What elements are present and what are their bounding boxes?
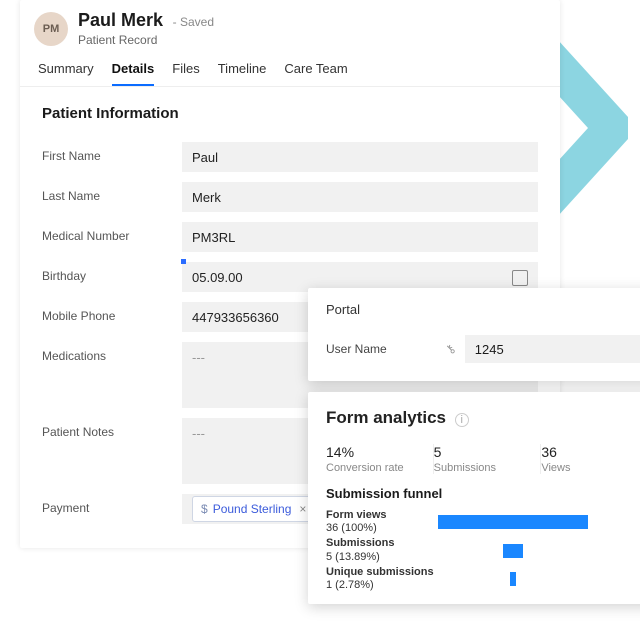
currency-icon: $ (201, 502, 208, 516)
funnel-bar (503, 544, 524, 558)
payment-chip[interactable]: $ Pound Sterling × (192, 496, 315, 522)
funnel-bar-track (438, 544, 640, 558)
metric-conversion-value: 14% (326, 444, 423, 460)
funnel-bar (510, 572, 516, 586)
mobile-phone-label: Mobile Phone (42, 302, 182, 323)
avatar: PM (34, 12, 68, 46)
tab-details[interactable]: Details (112, 61, 155, 86)
form-analytics-card: ▤ ↪ Form analytics i 14% Conversion rate… (308, 392, 640, 604)
metric-submissions: 5 Submissions (434, 444, 542, 474)
info-icon[interactable]: i (455, 413, 469, 427)
funnel-row-label: Form views36 (100%) (326, 509, 438, 535)
chip-remove-icon[interactable]: × (299, 502, 306, 516)
save-status: - Saved (173, 15, 214, 29)
metric-views-label: Views (541, 462, 638, 474)
username-field[interactable]: 1245 (465, 335, 640, 363)
patient-notes-label: Patient Notes (42, 418, 182, 439)
medications-label: Medications (42, 342, 182, 363)
funnel-row-label: Unique submissions1 (2.78%) (326, 566, 438, 592)
medical-number-field[interactable]: PM3RL (182, 222, 538, 252)
medical-number-label: Medical Number (42, 222, 182, 243)
record-tabs: Summary Details Files Timeline Care Team (20, 49, 560, 87)
funnel-chart: Form views36 (100%)Submissions5 (13.89%)… (326, 509, 640, 592)
metric-views-value: 36 (541, 444, 638, 460)
record-type: Patient Record (78, 33, 214, 47)
payment-chip-label: Pound Sterling (213, 502, 292, 516)
analytics-title: Form analytics (326, 408, 446, 427)
first-name-field[interactable]: Paul (182, 142, 538, 172)
first-name-label: First Name (42, 142, 182, 163)
metric-submissions-label: Submissions (434, 462, 531, 474)
metric-conversion: 14% Conversion rate (326, 444, 434, 474)
metric-conversion-label: Conversion rate (326, 462, 423, 474)
birthday-value: 05.09.00 (192, 270, 243, 285)
funnel-row-label: Submissions5 (13.89%) (326, 537, 438, 563)
last-name-label: Last Name (42, 182, 182, 203)
portal-title: Portal (326, 302, 640, 317)
payment-label: Payment (42, 494, 182, 515)
last-name-field[interactable]: Merk (182, 182, 538, 212)
tab-timeline[interactable]: Timeline (218, 61, 267, 86)
section-title: Patient Information (20, 87, 560, 128)
birthday-label: Birthday (42, 262, 182, 283)
funnel-title: Submission funnel (326, 486, 640, 501)
username-label: User Name (326, 342, 446, 356)
portal-card: Portal User Name ⚷ 1245 (308, 288, 640, 381)
metric-submissions-value: 5 (434, 444, 531, 460)
metric-views: 36 Views (541, 444, 640, 474)
funnel-bar-track (438, 572, 640, 586)
funnel-bar-track (438, 515, 640, 529)
tab-care-team[interactable]: Care Team (284, 61, 347, 86)
tab-summary[interactable]: Summary (38, 61, 94, 86)
funnel-bar (438, 515, 588, 529)
patient-name: Paul Merk (78, 10, 163, 30)
tab-files[interactable]: Files (172, 61, 199, 86)
